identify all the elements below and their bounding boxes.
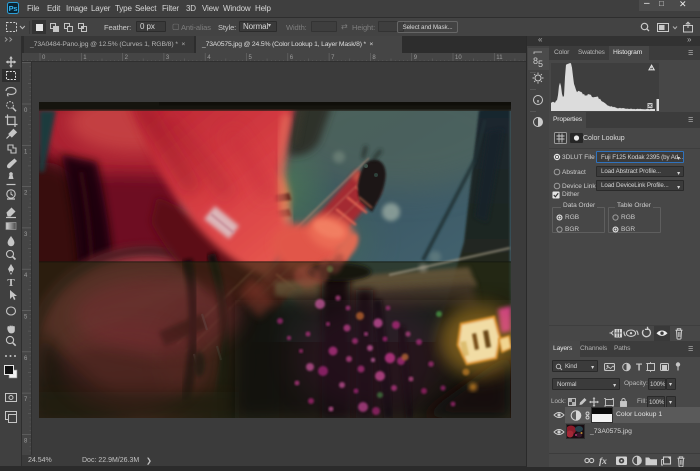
svg-text:5: 5 <box>538 59 543 69</box>
svg-text:T: T <box>7 277 15 289</box>
svg-text:fx: fx <box>599 457 607 467</box>
svg-text:11: 11 <box>496 55 503 61</box>
svg-text:T: T <box>636 363 642 374</box>
svg-text:10: 10 <box>455 55 462 61</box>
